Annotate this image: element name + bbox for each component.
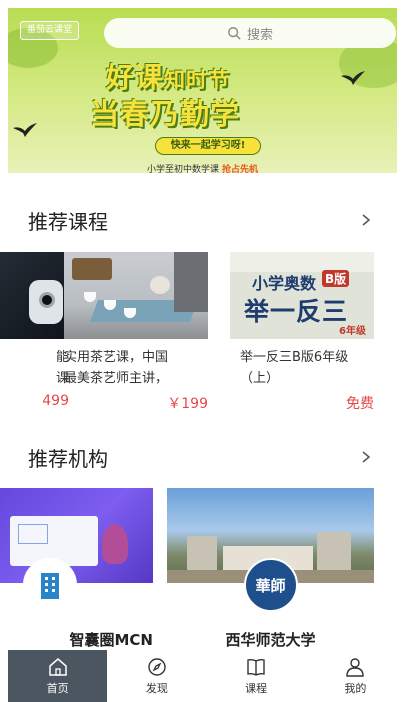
banner-headline-1: 好课知时节 <box>106 56 230 96</box>
tab-discover[interactable]: 发现 <box>107 650 206 702</box>
banner-headline-2: 当春乃勤学 <box>90 97 241 131</box>
course-card[interactable]: 实用茶艺课，中国 最美茶艺师主讲， ￥199 <box>64 252 208 413</box>
course-thumbnail <box>0 252 69 339</box>
org-cover <box>0 488 153 583</box>
course-title: 举一反三B版6年级 （上） <box>240 350 349 386</box>
building-icon <box>40 573 59 599</box>
swallow-icon <box>13 123 37 137</box>
org-logo <box>22 558 77 612</box>
brand-tag: 番茄云课堂 <box>20 21 80 40</box>
compass-icon <box>148 657 166 676</box>
tab-label: 课程 <box>245 681 268 695</box>
tab-home[interactable]: 首页 <box>8 650 108 702</box>
section-title: 推荐机构 <box>28 446 108 471</box>
course-thumbnail <box>64 252 208 339</box>
promo-banner[interactable]: 番茄云课堂 搜索 好课知时节 当春乃勤学 快来一起学习呀! 小学至初中数学课 抢… <box>8 8 397 173</box>
org-card[interactable]: 華師 西华师范大学 <box>167 488 374 650</box>
search-placeholder: 搜索 <box>246 27 273 43</box>
cover-main: 举一反三 <box>244 297 349 326</box>
cover-title: 小学奥数 <box>252 274 317 293</box>
swallow-icon <box>341 71 365 85</box>
home-page: 番茄云课堂 搜索 好课知时节 当春乃勤学 快来一起学习呀! 小学至初中数学课 抢… <box>0 0 405 702</box>
course-thumbnail: 小学奥数 B版 举一反三 6年级 <box>230 252 374 339</box>
org-name: 智囊圈MCN <box>69 631 154 649</box>
tab-courses[interactable]: 课程 <box>207 650 306 702</box>
search-icon <box>228 27 241 40</box>
tab-label: 发现 <box>145 681 168 695</box>
banner-highlight: 抢占先机 <box>221 165 258 173</box>
banner-pill: 快来一起学习呀! <box>155 137 261 155</box>
book-icon <box>247 658 265 676</box>
cover-grade: 6年级 <box>339 326 366 337</box>
course-price: 499 <box>42 393 69 409</box>
tab-label: 首页 <box>46 681 69 695</box>
banner-subtext: 小学至初中数学课 抢占先机 <box>147 165 258 173</box>
user-icon <box>346 657 365 677</box>
tab-me[interactable]: 我的 <box>306 650 405 702</box>
tab-label: 我的 <box>344 681 367 695</box>
orgs-section-header[interactable]: 推荐机构 <box>28 442 371 472</box>
org-name: 西华师范大学 <box>225 631 316 649</box>
chevron-right-icon[interactable] <box>361 450 371 464</box>
org-logo: 華師 <box>243 558 298 612</box>
course-price: ￥199 <box>167 396 208 412</box>
org-card[interactable]: 智囊圈MCN <box>0 488 153 650</box>
section-title: 推荐课程 <box>28 209 108 234</box>
headline-small: 知时节 <box>164 68 231 92</box>
chevron-right-icon[interactable] <box>361 213 371 227</box>
course-card[interactable]: 小学奥数 B版 举一反三 6年级 举一反三B版6年级 （上） 免费 <box>230 252 374 413</box>
bottom-tab-bar: 首页 发现 课程 我的 <box>0 650 405 702</box>
cover-badge: B版 <box>322 270 350 287</box>
course-price: 免费 <box>346 396 374 412</box>
course-title: 实用茶艺课，中国 最美茶艺师主讲， <box>64 350 169 386</box>
course-title: 能 课 <box>55 350 69 386</box>
search-input[interactable]: 搜索 <box>104 18 396 48</box>
courses-section-header[interactable]: 推荐课程 <box>28 205 371 235</box>
headline-big: 好课 <box>106 61 165 94</box>
home-icon <box>48 657 67 676</box>
course-card[interactable]: 能 课 499 <box>0 252 69 409</box>
